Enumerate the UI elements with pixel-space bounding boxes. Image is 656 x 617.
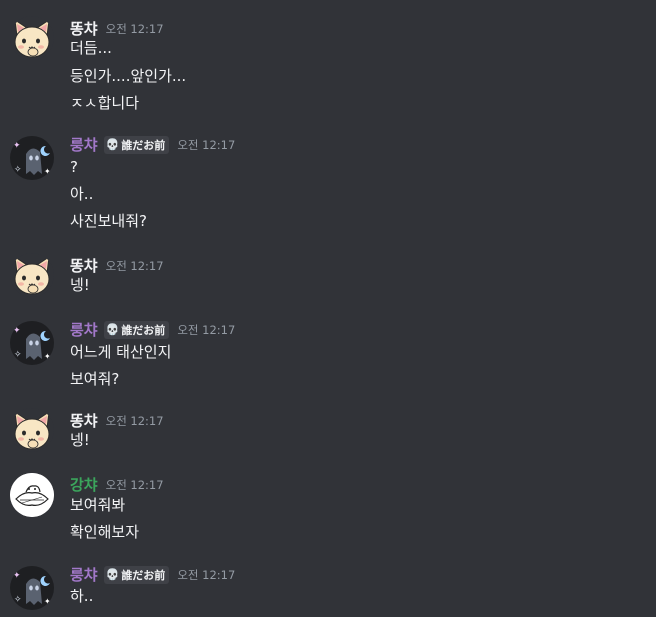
svg-text:✦: ✦ (44, 167, 51, 176)
svg-text:✦: ✦ (13, 571, 21, 581)
skull-icon: 💀 (105, 568, 120, 581)
message-text: 확인해보자 (70, 523, 140, 541)
timestamp: 오전 12:17 (177, 322, 236, 337)
message-text: 더듬... (70, 39, 112, 57)
ghost-avatar-icon: ✦ ✧ ✦ (10, 136, 54, 180)
avatar[interactable]: ✦ ✧ ✦ (10, 566, 54, 610)
role-badge[interactable]: 💀 誰だお前 (103, 135, 170, 154)
timestamp: 오전 12:17 (105, 21, 164, 36)
timestamp: 오전 12:17 (177, 567, 236, 582)
message-text: 하.. (70, 587, 94, 605)
message-header: 룽챠 💀 誰だお前 오전 12:17 (70, 319, 235, 340)
message-header: 똥챠 오전 12:17 (70, 410, 164, 431)
cat-avatar-icon (10, 408, 54, 452)
message-text: 넹! (70, 276, 90, 294)
role-badge[interactable]: 💀 誰だお前 (103, 565, 170, 584)
svg-text:✧: ✧ (14, 595, 22, 605)
message-text: 보여줘? (70, 370, 120, 388)
svg-text:✧: ✧ (14, 350, 22, 360)
message-text: 어느게 태산인지 (70, 343, 172, 361)
svg-text:✦: ✦ (44, 352, 51, 361)
role-badge-label: 誰だお前 (121, 138, 166, 152)
avatar[interactable] (10, 16, 54, 60)
timestamp: 오전 12:17 (105, 477, 164, 492)
svg-text:✦: ✦ (44, 597, 51, 606)
timestamp: 오전 12:17 (105, 413, 164, 428)
timestamp: 오전 12:17 (177, 137, 236, 152)
message-text: 아.. (70, 185, 94, 203)
username[interactable]: 룽챠 (70, 319, 98, 340)
message-text: 넹! (70, 431, 90, 449)
message-text: 등인가....앞인가... (70, 67, 187, 85)
ghost-avatar-icon: ✦ ✧ ✦ (10, 321, 54, 365)
cat-avatar-icon (10, 253, 54, 297)
sketch-avatar-icon (10, 473, 54, 517)
message-text: 사진보내줘? (70, 212, 147, 230)
message-header: 똥챠 오전 12:17 (70, 18, 164, 39)
skull-icon: 💀 (105, 323, 120, 336)
svg-text:✧: ✧ (14, 165, 22, 175)
avatar[interactable]: ✦ ✧ ✦ (10, 136, 54, 180)
message-text: 보여줘봐 (70, 496, 126, 514)
message-header: 룽챠 💀 誰だお前 오전 12:17 (70, 564, 235, 585)
ghost-avatar-icon: ✦ ✧ ✦ (10, 566, 54, 610)
role-badge[interactable]: 💀 誰だお前 (103, 320, 170, 339)
role-badge-label: 誰だお前 (121, 568, 166, 582)
avatar[interactable] (10, 408, 54, 452)
username[interactable]: 똥챠 (70, 18, 98, 39)
avatar[interactable] (10, 253, 54, 297)
avatar[interactable]: ✦ ✧ ✦ (10, 321, 54, 365)
message-header: 강챠 오전 12:17 (70, 474, 164, 495)
username[interactable]: 룽챠 (70, 564, 98, 585)
username[interactable]: 룽챠 (70, 134, 98, 155)
cat-avatar-icon (10, 16, 54, 60)
role-badge-label: 誰だお前 (121, 323, 166, 337)
username[interactable]: 강챠 (70, 474, 98, 495)
timestamp: 오전 12:17 (105, 258, 164, 273)
message-text: ? (70, 158, 78, 176)
message-header: 똥챠 오전 12:17 (70, 255, 164, 276)
avatar[interactable] (10, 473, 54, 517)
username[interactable]: 똥챠 (70, 255, 98, 276)
username[interactable]: 똥챠 (70, 410, 98, 431)
svg-text:✦: ✦ (13, 326, 21, 336)
svg-text:✦: ✦ (13, 141, 21, 151)
skull-icon: 💀 (105, 138, 120, 151)
message-header: 룽챠 💀 誰だお前 오전 12:17 (70, 134, 235, 155)
message-text: ㅈㅅ합니다 (70, 94, 140, 112)
